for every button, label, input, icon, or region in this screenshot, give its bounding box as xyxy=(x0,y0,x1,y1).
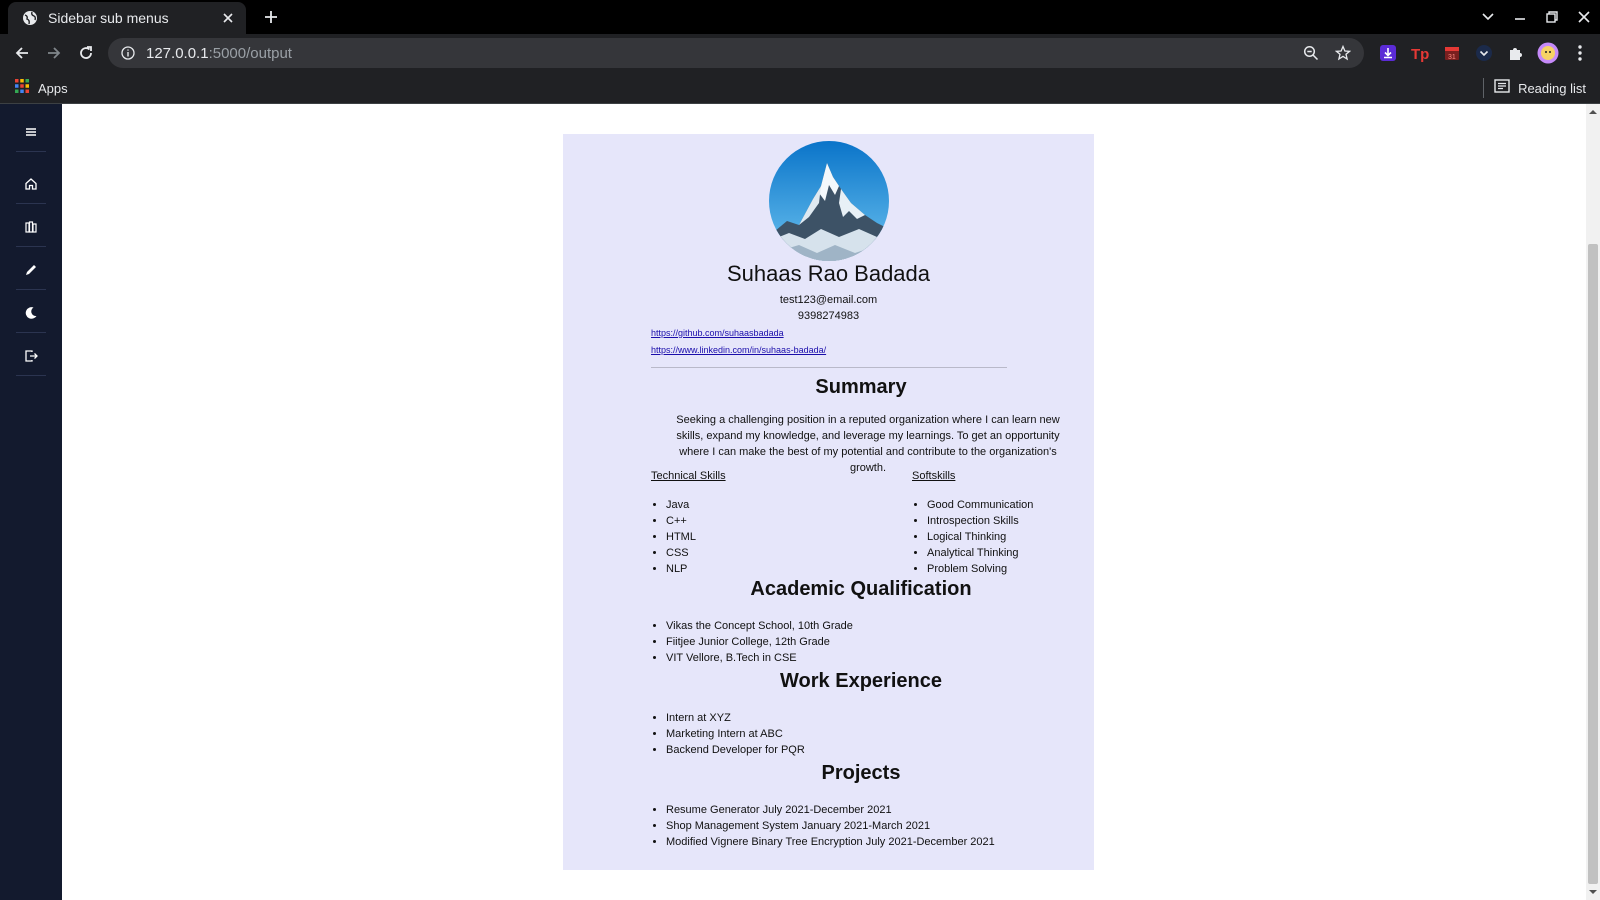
page-viewport: Suhaas Rao Badada test123@email.com 9398… xyxy=(0,104,1600,900)
close-icon[interactable] xyxy=(220,10,236,26)
close-window-icon[interactable] xyxy=(1568,0,1600,34)
reading-list-button[interactable]: Reading list xyxy=(1483,78,1586,98)
resume-email: test123@email.com xyxy=(779,294,878,306)
list-item: Marketing Intern at ABC xyxy=(666,726,805,742)
list-item: Fiitjee Junior College, 12th Grade xyxy=(666,634,853,650)
bookmarks-bar: Apps Reading list xyxy=(0,72,1600,104)
work-heading: Work Experience xyxy=(780,670,942,692)
projects-heading: Projects xyxy=(821,762,901,784)
url-path: :5000/output xyxy=(208,44,292,62)
list-item: Intern at XYZ xyxy=(666,710,805,726)
academic-list: Vikas the Concept School, 10th GradeFiit… xyxy=(651,618,853,666)
technical-skills-heading: Technical Skills xyxy=(651,470,726,482)
list-item: Good Communication xyxy=(927,497,1033,513)
tab-strip: Sidebar sub menus xyxy=(0,0,1600,34)
scroll-down-icon[interactable] xyxy=(1589,888,1597,896)
apps-label: Apps xyxy=(38,80,68,96)
tab-title: Sidebar sub menus xyxy=(48,10,169,26)
reading-list-label: Reading list xyxy=(1518,80,1586,96)
reading-list-icon xyxy=(1494,78,1510,98)
technical-skills-list: JavaC++HTMLCSSNLP xyxy=(651,497,696,577)
summary-text: Seeking a challenging position in a repu… xyxy=(676,414,1060,474)
list-item: Analytical Thinking xyxy=(927,545,1033,561)
list-item: Shop Management System January 2021-Marc… xyxy=(666,818,995,834)
reload-icon[interactable] xyxy=(74,41,98,65)
star-icon[interactable] xyxy=(1332,42,1354,64)
forward-icon[interactable] xyxy=(42,41,66,65)
linkedin-link[interactable]: https://www.linkedin.com/in/suhaas-badad… xyxy=(651,345,826,355)
svg-text:Tp: Tp xyxy=(1411,46,1429,62)
list-item: CSS xyxy=(666,545,696,561)
scroll-thumb[interactable] xyxy=(1588,244,1598,884)
list-item: Problem Solving xyxy=(927,561,1033,577)
globe-icon xyxy=(22,10,38,26)
list-item: Introspection Skills xyxy=(927,513,1033,529)
info-icon[interactable] xyxy=(120,45,136,61)
list-item: Backend Developer for PQR xyxy=(666,742,805,758)
apps-shortcut[interactable]: Apps xyxy=(14,78,68,98)
resume-phone: 9398274983 xyxy=(797,310,860,322)
summary-heading: Summary xyxy=(815,376,907,398)
url-host: 127.0.0.1 xyxy=(146,44,209,62)
softskills-heading: Softskills xyxy=(912,470,956,482)
calendar-extension-icon[interactable]: 31 xyxy=(1436,39,1468,67)
extensions-row: Tp 31 xyxy=(1372,39,1596,67)
puzzle-icon[interactable] xyxy=(1500,39,1532,67)
zoom-icon[interactable] xyxy=(1300,42,1322,64)
resume-document: Suhaas Rao Badada test123@email.com 9398… xyxy=(563,134,1094,870)
pocket-extension-icon[interactable] xyxy=(1468,39,1500,67)
academic-heading: Academic Qualification xyxy=(750,578,972,600)
svg-text:31: 31 xyxy=(1448,54,1456,61)
pen-icon[interactable] xyxy=(16,250,46,290)
list-item: C++ xyxy=(666,513,696,529)
work-list: Intern at XYZMarketing Intern at ABCBack… xyxy=(651,710,805,758)
divider xyxy=(651,367,1007,368)
profile-photo xyxy=(769,141,889,261)
address-bar[interactable]: 127.0.0.1:5000/output xyxy=(108,38,1364,68)
list-item: Resume Generator July 2021-December 2021 xyxy=(666,802,995,818)
plus-icon[interactable] xyxy=(260,6,282,28)
restore-icon[interactable] xyxy=(1536,0,1568,34)
download-extension-icon[interactable] xyxy=(1372,39,1404,67)
browser-tab[interactable]: Sidebar sub menus xyxy=(8,2,246,34)
profile-avatar[interactable] xyxy=(1532,39,1564,67)
resume-name: Suhaas Rao Badada xyxy=(726,261,931,286)
list-item: Vikas the Concept School, 10th Grade xyxy=(666,618,853,634)
github-link[interactable]: https://github.com/suhaasbadada xyxy=(651,328,784,338)
browser-toolbar: 127.0.0.1:5000/output Tp 31 xyxy=(0,34,1600,72)
list-item: Java xyxy=(666,497,696,513)
list-item: Modified Vignere Binary Tree Encryption … xyxy=(666,834,995,850)
home-icon[interactable] xyxy=(16,164,46,204)
sidebar xyxy=(0,104,62,900)
window-controls xyxy=(1472,0,1600,34)
tp-extension-icon[interactable]: Tp xyxy=(1404,39,1436,67)
url-text: 127.0.0.1:5000/output xyxy=(146,45,1290,62)
softskills-list: Good CommunicationIntrospection SkillsLo… xyxy=(912,497,1033,577)
back-icon[interactable] xyxy=(10,41,34,65)
projects-list: Resume Generator July 2021-December 2021… xyxy=(651,802,995,850)
vertical-scrollbar[interactable] xyxy=(1586,104,1600,900)
scroll-up-icon[interactable] xyxy=(1589,108,1597,116)
menu-icon[interactable] xyxy=(16,112,46,152)
logout-icon[interactable] xyxy=(16,336,46,376)
list-item: HTML xyxy=(666,529,696,545)
list-item: NLP xyxy=(666,561,696,577)
apps-grid-icon xyxy=(14,78,30,99)
library-icon[interactable] xyxy=(16,207,46,247)
list-item: Logical Thinking xyxy=(927,529,1033,545)
chevron-down-icon[interactable] xyxy=(1472,0,1504,34)
moon-icon[interactable] xyxy=(16,293,46,333)
list-item: VIT Vellore, B.Tech in CSE xyxy=(666,650,853,666)
kebab-menu-icon[interactable] xyxy=(1564,39,1596,67)
minimize-icon[interactable] xyxy=(1504,0,1536,34)
